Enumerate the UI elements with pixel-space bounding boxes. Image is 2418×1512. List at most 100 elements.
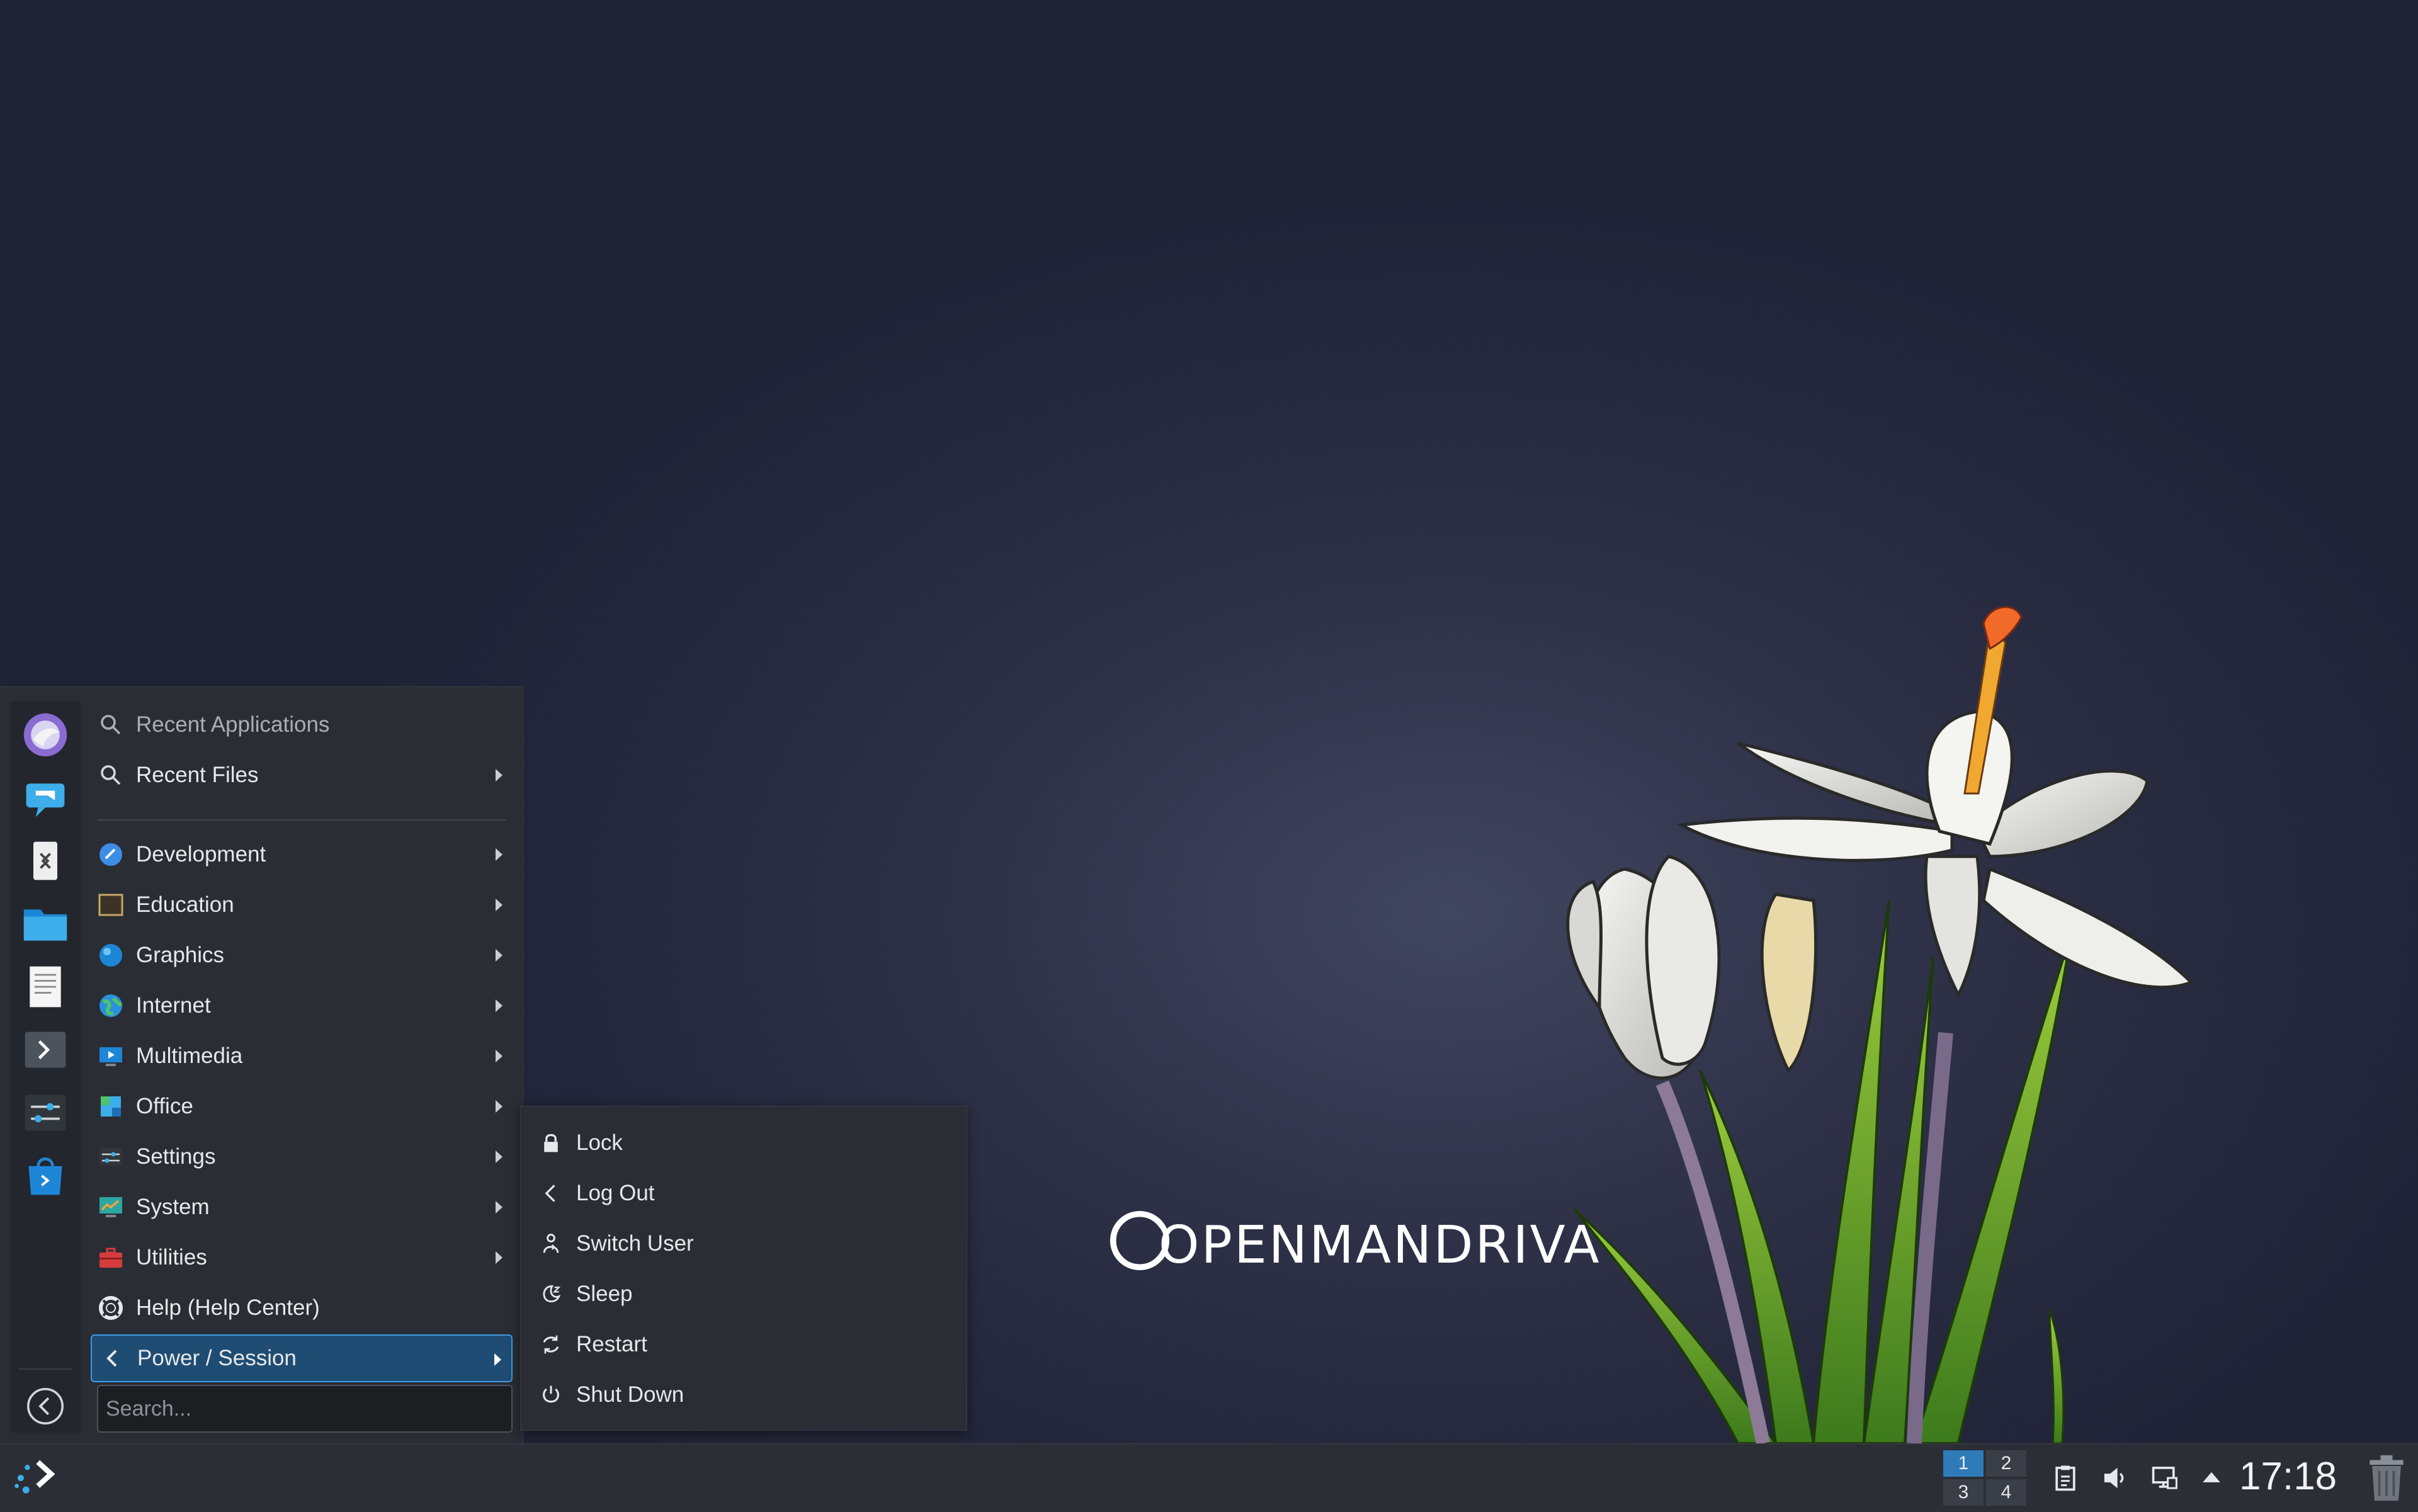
menu-item-label: Help (Help Center): [136, 1295, 320, 1320]
favorite-file-manager[interactable]: [20, 899, 71, 949]
menu-item-label: Internet: [136, 993, 211, 1018]
multimedia-icon: [99, 1047, 122, 1066]
shutdown-icon: [543, 1385, 559, 1403]
clock[interactable]: 17:18: [2239, 1454, 2337, 1499]
submenu-arrow-icon: [494, 1353, 501, 1366]
submenu-item-label: Switch User: [576, 1231, 694, 1256]
search-icon: [101, 765, 121, 785]
search-input[interactable]: [97, 1385, 513, 1433]
favorites-separator: [19, 1368, 72, 1370]
favorite-system-settings[interactable]: [20, 1088, 71, 1138]
menu-item-help[interactable]: Help (Help Center): [91, 1284, 513, 1332]
menu-item-label: Recent Applications: [136, 712, 330, 737]
graphics-icon: [99, 944, 122, 967]
desktop-2-button[interactable]: 2: [1986, 1450, 2026, 1477]
submenu-item-lock[interactable]: Lock: [527, 1119, 960, 1167]
expand-tray-icon: [2203, 1472, 2220, 1482]
favorite-text-editor[interactable]: [20, 962, 71, 1012]
submenu-arrow-icon: [496, 999, 502, 1012]
network-icon: [2152, 1467, 2177, 1489]
menu-item-utilities[interactable]: Utilities: [91, 1234, 513, 1282]
sleep-icon: [543, 1285, 561, 1303]
submenu-item-shut-down[interactable]: Shut Down: [527, 1371, 960, 1419]
volume-tray-button[interactable]: [2097, 1460, 2132, 1496]
menu-item-label: Utilities: [136, 1245, 207, 1270]
application-launcher-button[interactable]: [9, 1452, 62, 1504]
trash-icon[interactable]: [2363, 1453, 2410, 1503]
openmandriva-logo: OPENMANDRIVA: [1110, 1210, 1601, 1286]
submenu-arrow-icon: [496, 769, 502, 782]
favorite-kde-connect[interactable]: [20, 836, 71, 886]
expand-tray-button[interactable]: [2194, 1460, 2229, 1496]
menu-item-label: Settings: [136, 1144, 216, 1169]
development-icon: [99, 843, 122, 866]
file-manager-icon: [23, 909, 67, 941]
logo-text: OPENMANDRIVA: [1159, 1215, 1601, 1275]
submenu-item-label: Sleep: [576, 1282, 633, 1306]
menu-item-label: Power / Session: [137, 1346, 297, 1370]
menu-item-office[interactable]: Office: [91, 1083, 513, 1130]
taskbar: 1 2 3 4 17:18: [0, 1443, 2418, 1512]
menu-item-development[interactable]: Development: [91, 831, 513, 878]
submenu-item-sleep[interactable]: Sleep: [527, 1270, 960, 1318]
office-icon: [101, 1096, 121, 1117]
submenu-item-label: Log Out: [576, 1181, 655, 1205]
menu-item-power-session[interactable]: Power / Session: [91, 1334, 513, 1382]
submenu-arrow-icon: [496, 1100, 502, 1113]
discover-icon: [28, 1157, 62, 1195]
chevron-left-icon: [106, 1350, 117, 1367]
konversation-icon: [26, 783, 65, 817]
settings-icon: [99, 1148, 122, 1166]
menu-item-graphics[interactable]: Graphics: [91, 931, 513, 979]
favorite-terminal[interactable]: [20, 1025, 71, 1075]
submenu-item-label: Shut Down: [576, 1382, 684, 1407]
submenu-arrow-icon: [496, 848, 502, 861]
favorite-konversation[interactable]: [20, 773, 71, 823]
system-icon: [99, 1197, 122, 1217]
terminal-icon: [25, 1032, 66, 1068]
menu-separator: [97, 819, 506, 821]
power-session-submenu: Lock Log Out Switch User Sleep Restart S…: [520, 1106, 967, 1431]
menu-item-system[interactable]: System: [91, 1183, 513, 1231]
submenu-item-label: Lock: [576, 1130, 623, 1155]
utilities-icon: [99, 1248, 122, 1268]
network-tray-button[interactable]: [2147, 1460, 2182, 1496]
submenu-arrow-icon: [496, 949, 502, 962]
desktop-1-button[interactable]: 1: [1943, 1450, 1984, 1477]
help-icon: [99, 1296, 123, 1320]
submenu-item-restart[interactable]: Restart: [527, 1321, 960, 1368]
favorite-thunderbird[interactable]: [20, 710, 71, 760]
menu-item-multimedia[interactable]: Multimedia: [91, 1032, 513, 1080]
submenu-arrow-icon: [496, 899, 502, 911]
menu-item-label: Development: [136, 842, 266, 867]
menu-item-recent-files[interactable]: Recent Files: [91, 751, 513, 799]
menu-item-label: Multimedia: [136, 1043, 243, 1068]
submenu-item-switch-user[interactable]: Switch User: [527, 1220, 960, 1268]
desktop-3-button[interactable]: 3: [1943, 1479, 1984, 1506]
submenu-item-log-out[interactable]: Log Out: [527, 1169, 960, 1217]
favorite-discover[interactable]: [20, 1151, 71, 1201]
kde-connect-icon: [33, 841, 57, 880]
search-icon: [101, 715, 121, 735]
logout-icon: [545, 1185, 555, 1202]
submenu-arrow-icon: [496, 1050, 502, 1062]
clipboard-tray-button[interactable]: [2048, 1460, 2083, 1496]
text-editor-icon: [30, 966, 61, 1008]
menu-item-recent-applications[interactable]: Recent Applications: [91, 701, 513, 749]
menu-item-label: Recent Files: [136, 763, 259, 787]
menu-item-label: System: [136, 1195, 210, 1219]
menu-item-settings[interactable]: Settings: [91, 1133, 513, 1181]
restart-icon: [543, 1335, 559, 1354]
thunderbird-icon: [23, 713, 67, 757]
application-launcher: Recent Applications Recent Files Develop…: [0, 686, 523, 1444]
internet-icon: [99, 994, 123, 1017]
back-button[interactable]: [25, 1386, 65, 1426]
menu-item-label: Office: [136, 1094, 193, 1118]
desktop-4-button[interactable]: 4: [1986, 1479, 2026, 1506]
lock-icon: [544, 1134, 558, 1152]
menu-item-education[interactable]: Education: [91, 881, 513, 929]
education-icon: [98, 894, 123, 916]
system-settings-icon: [25, 1094, 66, 1131]
submenu-arrow-icon: [496, 1251, 502, 1264]
menu-item-internet[interactable]: Internet: [91, 982, 513, 1030]
